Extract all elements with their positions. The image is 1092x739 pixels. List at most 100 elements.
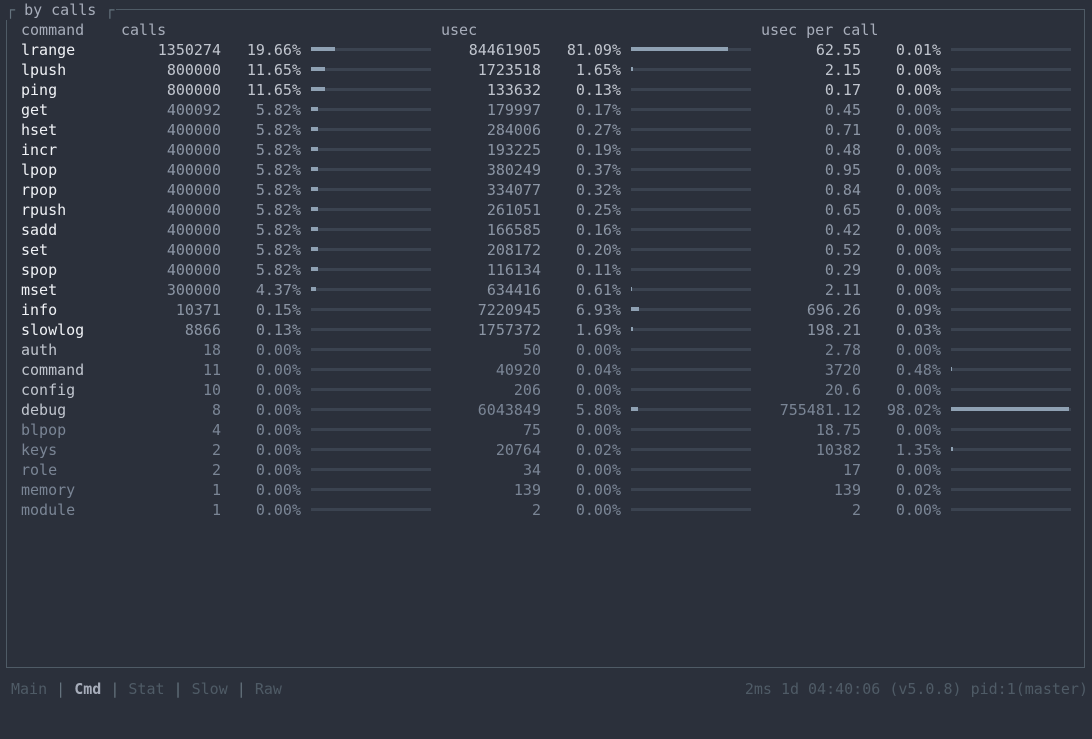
usec-percent: 0.00% [575, 421, 621, 439]
table-row[interactable]: spop 400000 5.82% 116134 0.11% 0.29 0.00% [0, 260, 1092, 280]
calls-bar [311, 328, 431, 331]
usec-total: 166585 [486, 221, 541, 239]
command-name: incr [21, 141, 58, 159]
usec-per-call-percent: 0.00% [895, 341, 941, 359]
usec-bar [631, 208, 751, 211]
table-row[interactable]: rpop 400000 5.82% 334077 0.32% 0.84 0.00% [0, 180, 1092, 200]
panel-corner-icon: ┌ [6, 1, 25, 19]
usec-per-call-bar [951, 288, 1071, 291]
table-row[interactable]: get 400092 5.82% 179997 0.17% 0.45 0.00% [0, 100, 1092, 120]
usec-per-call-percent: 0.01% [895, 41, 941, 59]
tab-stat[interactable]: Stat [128, 680, 164, 698]
usec-percent: 5.80% [575, 401, 621, 419]
calls-count: 2 [211, 461, 221, 479]
calls-bar-fill [311, 207, 318, 211]
table-row[interactable]: incr 400000 5.82% 193225 0.19% 0.48 0.00% [0, 140, 1092, 160]
usec-bar-fill [631, 407, 638, 411]
command-name: ping [21, 81, 58, 99]
calls-bar-fill [311, 147, 318, 151]
calls-percent: 5.82% [255, 101, 301, 119]
table-row[interactable]: lrange 1350274 19.66% 84461905 81.09% 62.55 0.… [0, 40, 1092, 60]
usec-per-call-bar [951, 388, 1071, 391]
calls-bar [311, 247, 431, 251]
usec-total: 2 [531, 501, 541, 519]
calls-bar [311, 87, 431, 91]
table-row[interactable]: module 1 0.00% 2 0.00% 2 0.00% [0, 500, 1092, 520]
calls-bar-fill [311, 107, 318, 111]
usec-percent: 0.32% [575, 181, 621, 199]
usec-total: 50 [522, 341, 541, 359]
usec-percent: 0.13% [575, 81, 621, 99]
calls-count: 1 [211, 501, 221, 519]
table-row[interactable]: info 10371 0.15% 7220945 6.93% 696.26 0.09% [0, 300, 1092, 320]
calls-bar [311, 167, 431, 171]
usec-bar [631, 47, 751, 51]
usec-per-call: 0.45 [824, 101, 861, 119]
calls-percent: 0.00% [255, 501, 301, 519]
usec-total: 208172 [486, 241, 541, 259]
table-row[interactable]: sadd 400000 5.82% 166585 0.16% 0.42 0.00% [0, 220, 1092, 240]
uptime: 1d 04:40:06 [780, 680, 881, 698]
table-row[interactable]: rpush 400000 5.82% 261051 0.25% 0.65 0.00% [0, 200, 1092, 220]
command-name: sadd [21, 221, 58, 239]
calls-bar [311, 287, 431, 291]
table-row[interactable]: lpush 800000 11.65% 1723518 1.65% 2.15 0.00% [0, 60, 1092, 80]
calls-percent: 5.82% [255, 121, 301, 139]
calls-count: 300000 [166, 281, 221, 299]
usec-per-call-bar [951, 328, 1071, 331]
table-row[interactable]: set 400000 5.82% 208172 0.20% 0.52 0.00% [0, 240, 1092, 260]
usec-total: 7220945 [477, 301, 541, 319]
header-usec-per-call[interactable]: usec per call [761, 20, 878, 40]
usec-percent: 0.16% [575, 221, 621, 239]
calls-percent: 19.66% [246, 41, 301, 59]
table-row[interactable]: mset 300000 4.37% 634416 0.61% 2.11 0.00% [0, 280, 1092, 300]
calls-count: 400000 [166, 201, 221, 219]
usec-bar [631, 88, 751, 91]
usec-per-call: 20.6 [824, 381, 861, 399]
table-row[interactable]: blpop 4 0.00% 75 0.00% 18.75 0.00% [0, 420, 1092, 440]
calls-bar [311, 488, 431, 491]
usec-total: 206 [513, 381, 541, 399]
usec-bar-fill [631, 67, 633, 71]
calls-bar [311, 468, 431, 471]
usec-per-call-bar [951, 488, 1071, 491]
command-name: hset [21, 121, 58, 139]
calls-bar [311, 508, 431, 511]
usec-percent: 0.00% [575, 481, 621, 499]
table-row[interactable]: auth 18 0.00% 50 0.00% 2.78 0.00% [0, 340, 1092, 360]
table-row[interactable]: slowlog 8866 0.13% 1757372 1.69% 198.21 0.03% [0, 320, 1092, 340]
tab-cmd[interactable]: Cmd [74, 680, 101, 698]
calls-bar [311, 368, 431, 371]
usec-per-call-percent: 98.02% [886, 401, 941, 419]
usec-bar [631, 248, 751, 251]
usec-per-call-percent: 0.00% [895, 261, 941, 279]
tab-raw[interactable]: Raw [255, 680, 282, 698]
usec-per-call-bar [951, 168, 1071, 171]
command-name: rpush [21, 201, 67, 219]
usec-percent: 81.09% [566, 41, 621, 59]
calls-count: 8 [211, 401, 221, 419]
tab-main[interactable]: Main [11, 680, 47, 698]
table-row[interactable]: memory 1 0.00% 139 0.00% 139 0.02% [0, 480, 1092, 500]
table-row[interactable]: role 2 0.00% 34 0.00% 17 0.00% [0, 460, 1092, 480]
table-row[interactable]: debug 8 0.00% 6043849 5.80% 755481.12 98.02% [0, 400, 1092, 420]
table-row[interactable]: hset 400000 5.82% 284006 0.27% 0.71 0.00% [0, 120, 1092, 140]
usec-per-call-bar [951, 68, 1071, 71]
table-row[interactable]: command 11 0.00% 40920 0.04% 3720 0.48% [0, 360, 1092, 380]
usec-total: 261051 [486, 201, 541, 219]
tab-slow[interactable]: Slow [192, 680, 228, 698]
table-row[interactable]: ping 800000 11.65% 133632 0.13% 0.17 0.00% [0, 80, 1092, 100]
header-command[interactable]: command [21, 20, 84, 40]
header-calls[interactable]: calls [121, 20, 166, 40]
usec-per-call: 18.75 [815, 421, 861, 439]
server-pid: pid:1(master) [970, 680, 1088, 698]
usec-total: 75 [522, 421, 541, 439]
usec-per-call-percent: 0.00% [895, 381, 941, 399]
header-usec[interactable]: usec [441, 20, 477, 40]
table-row[interactable]: lpop 400000 5.82% 380249 0.37% 0.95 0.00% [0, 160, 1092, 180]
table-row[interactable]: config 10 0.00% 206 0.00% 20.6 0.00% [0, 380, 1092, 400]
table-row[interactable]: keys 2 0.00% 20764 0.02% 10382 1.35% [0, 440, 1092, 460]
command-name: mset [21, 281, 58, 299]
calls-bar [311, 107, 431, 111]
calls-count: 800000 [166, 61, 221, 79]
